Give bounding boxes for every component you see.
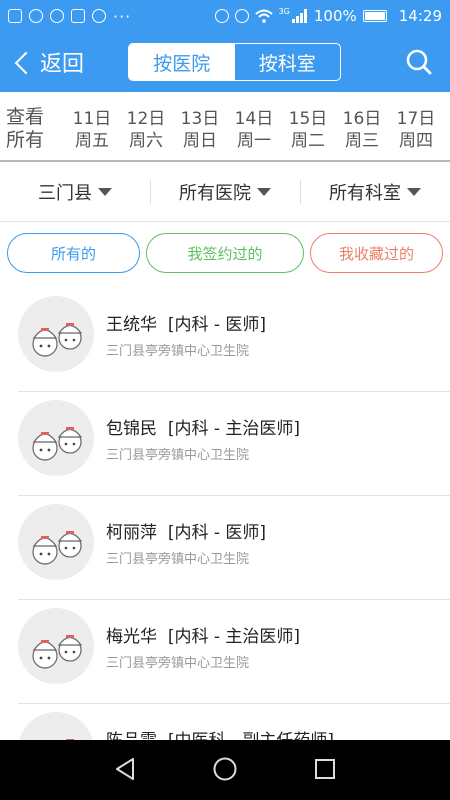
back-label: 返回 [40, 52, 85, 77]
doctor-department: [内科 - 主治医师] [167, 419, 301, 439]
doctor-name: 包锦民 [106, 419, 157, 439]
date-label: 15日 [288, 109, 328, 129]
doctor-department: [内科 - 医师] [167, 315, 267, 335]
doctor-avatar-icon [66, 739, 74, 740]
doctor-name-line: 包锦民 [内科 - 主治医师] [106, 414, 300, 439]
recents-square-icon[interactable] [313, 756, 337, 782]
signal-icon [291, 9, 307, 23]
tab-by-department[interactable]: 按科室 [235, 44, 341, 80]
cloud-icon [92, 9, 106, 23]
doctor-hospital: 三门县亭旁镇中心卫生院 [106, 344, 250, 359]
search-icon[interactable] [405, 48, 433, 76]
doctor-department: [中医科 - 副主任药师] [168, 731, 334, 740]
status-bar: ··· 3G 100% 14:29 [0, 0, 450, 32]
date-selector: 查看所有 11日 周五 12日 周六 13日 周日 14日 周一 15日 周二 … [0, 92, 450, 162]
date-label: 13日 [180, 109, 220, 129]
date-item[interactable]: 13日 周日 [176, 108, 224, 152]
doctor-avatar-icon [32, 635, 83, 669]
triangle-down-icon [98, 188, 112, 196]
avatar [18, 712, 94, 740]
notification-icon [50, 9, 64, 23]
doctor-department: [内科 - 主治医师] [167, 627, 301, 647]
date-label: 16日 [342, 109, 382, 129]
chip-all[interactable]: 所有的 [7, 233, 140, 273]
back-button[interactable]: 返回 [14, 46, 85, 78]
mode-toggle: 按医院 按科室 [128, 43, 341, 81]
back-triangle-icon[interactable] [113, 756, 137, 782]
doctor-avatar-icon [32, 323, 83, 357]
notification-icon [8, 9, 22, 23]
title-bar: 返回 按医院 按科室 [0, 32, 450, 92]
network-type: 3G [278, 7, 290, 16]
list-item[interactable]: 梅光华 [内科 - 主治医师] 三门县亭旁镇中心卫生院 [18, 600, 450, 704]
region-value: 三门县 [38, 183, 92, 204]
date-label: 12日 [126, 109, 166, 129]
list-item[interactable]: 柯丽萍 [内科 - 医师] 三门县亭旁镇中心卫生院 [18, 496, 450, 600]
category-chips: 所有的 我签约过的 我收藏过的 [0, 222, 450, 288]
date-label: 11日 [72, 109, 112, 129]
doctor-hospital: 三门县亭旁镇中心卫生院 [106, 656, 250, 671]
list-item[interactable]: 陈品需 [中医科 - 副主任药师] [18, 704, 450, 740]
avatar [18, 296, 94, 372]
weekday-label: 周四 [399, 131, 433, 151]
weekday-label: 周日 [183, 131, 217, 151]
list-item[interactable]: 包锦民 [内科 - 主治医师] 三门县亭旁镇中心卫生院 [18, 392, 450, 496]
doctor-name-line: 王统华 [内科 - 医师] [106, 310, 266, 335]
battery-percent: 100% [313, 7, 357, 25]
weekday-label: 周三 [345, 131, 379, 151]
system-nav-bar [0, 740, 450, 800]
weekday-label: 周一 [237, 131, 271, 151]
department-dropdown[interactable]: 所有科室 [300, 162, 450, 222]
avatar [18, 504, 94, 580]
doctor-name-line: 柯丽萍 [内科 - 医师] [106, 518, 266, 543]
doctor-avatar-icon [32, 427, 83, 461]
hospital-value: 所有医院 [179, 183, 251, 204]
date-label: 17日 [396, 109, 436, 129]
filter-bar: 三门县 所有医院 所有科室 [0, 162, 450, 222]
triangle-down-icon [407, 188, 421, 196]
date-item[interactable]: 14日 周一 [230, 108, 278, 152]
doctor-name: 王统华 [106, 315, 157, 335]
wifi-icon [254, 9, 273, 23]
more-notifications: ··· [113, 6, 132, 26]
tab-by-hospital[interactable]: 按医院 [129, 44, 235, 80]
doctor-department: [内科 - 医师] [167, 523, 267, 543]
list-item[interactable]: 王统华 [内科 - 医师] 三门县亭旁镇中心卫生院 [18, 288, 450, 392]
doctor-name-line: 陈品需 [中医科 - 副主任药师] [106, 726, 334, 740]
avatar [18, 608, 94, 684]
notification-icon [29, 9, 43, 23]
date-item[interactable]: 15日 周二 [284, 108, 332, 152]
image-icon [71, 9, 85, 23]
vibrate-icon [214, 9, 229, 23]
hospital-dropdown[interactable]: 所有医院 [150, 162, 300, 222]
doctor-hospital: 三门县亭旁镇中心卫生院 [106, 448, 250, 463]
home-circle-icon[interactable] [212, 756, 238, 782]
avatar [18, 400, 94, 476]
region-dropdown[interactable]: 三门县 [0, 162, 150, 222]
date-item[interactable]: 11日 周五 [68, 108, 116, 152]
doctor-hospital: 三门县亭旁镇中心卫生院 [106, 552, 250, 567]
doctor-name: 梅光华 [106, 627, 157, 647]
chip-signed[interactable]: 我签约过的 [146, 233, 304, 273]
doctor-name: 陈品需 [106, 731, 157, 740]
alarm-icon [234, 9, 249, 23]
doctor-avatar-icon [32, 531, 83, 565]
date-item[interactable]: 12日 周六 [122, 108, 170, 152]
clock: 14:29 [398, 7, 442, 25]
doctor-name-line: 梅光华 [内科 - 主治医师] [106, 622, 300, 647]
chevron-left-icon [14, 51, 38, 74]
weekday-label: 周六 [129, 131, 163, 151]
date-item[interactable]: 17日 周四 [392, 108, 440, 152]
triangle-down-icon [257, 188, 271, 196]
date-item[interactable]: 16日 周三 [338, 108, 386, 152]
date-label: 14日 [234, 109, 274, 129]
doctor-name: 柯丽萍 [106, 523, 157, 543]
weekday-label: 周五 [75, 131, 109, 151]
weekday-label: 周二 [291, 131, 325, 151]
chip-favorited[interactable]: 我收藏过的 [310, 233, 443, 273]
department-value: 所有科室 [329, 183, 401, 204]
doctor-list: 王统华 [内科 - 医师] 三门县亭旁镇中心卫生院 包锦民 [内科 - 主治医师… [0, 288, 450, 740]
battery-icon [362, 10, 387, 22]
view-all-dates[interactable]: 查看所有 [6, 106, 50, 152]
